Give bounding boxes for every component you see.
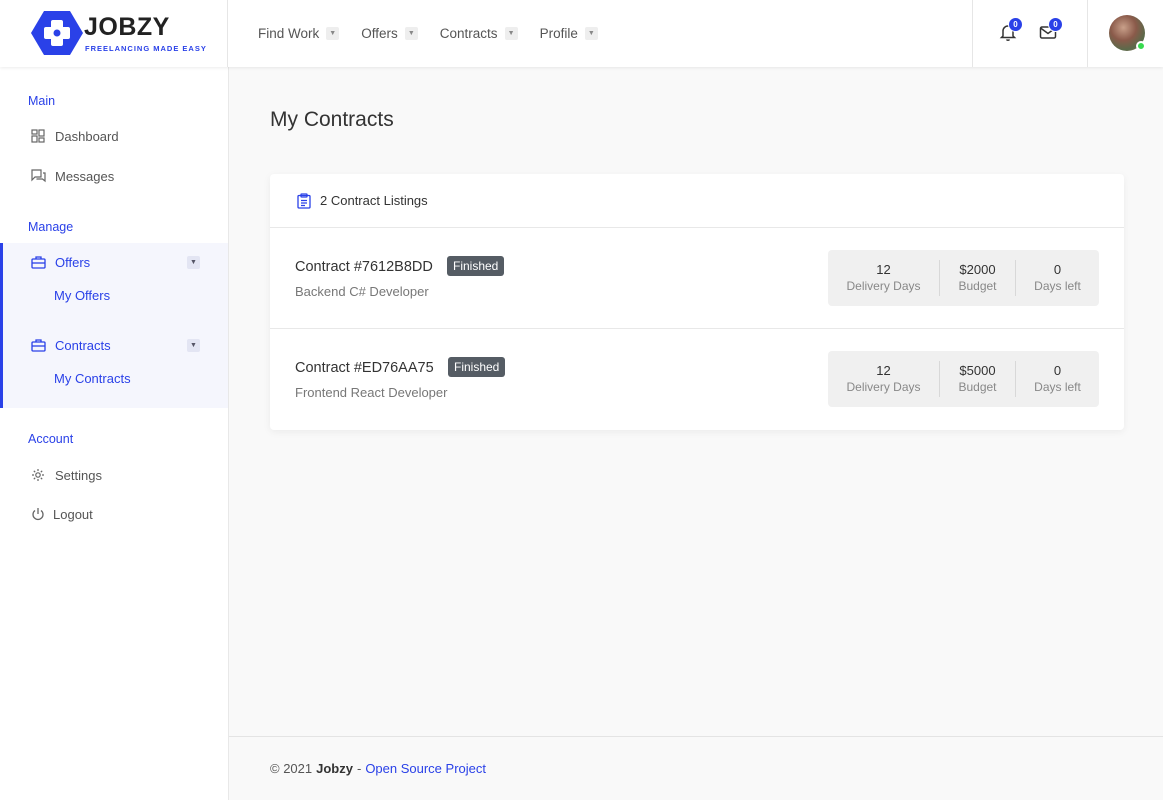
online-status-dot (1136, 41, 1146, 51)
sidebar-item-label: Offers (55, 254, 91, 270)
nav-offers[interactable]: Offers ▼ (361, 26, 418, 41)
stat-value: $5000 (959, 363, 996, 378)
briefcase-icon (30, 254, 46, 270)
nav-contracts[interactable]: Contracts ▼ (440, 26, 518, 41)
contract-row[interactable]: Contract #ED76AA75 Finished Frontend Rea… (270, 329, 1124, 430)
contract-stats: 12 Delivery Days $2000 Budget 0 Days lef… (828, 250, 1099, 306)
status-badge: Finished (448, 357, 506, 377)
gear-icon (30, 467, 46, 483)
footer-link[interactable]: Open Source Project (365, 761, 486, 776)
brand-tagline: FREELANCING MADE EASY (85, 44, 207, 53)
stat-value: 0 (1053, 262, 1062, 277)
top-header: JOBZY FREELANCING MADE EASY Find Work ▼ … (0, 0, 1163, 67)
contract-title[interactable]: Contract #7612B8DD (295, 259, 433, 275)
card-header: 2 Contract Listings (270, 174, 1124, 228)
sidebar-subitem-my-offers[interactable]: My Offers (54, 288, 110, 303)
sidebar-subitem-my-contracts[interactable]: My Contracts (54, 371, 131, 386)
stat-value: 12 (876, 363, 891, 378)
nav-label: Contracts (439, 26, 498, 41)
stat-budget: $5000 Budget (939, 361, 1015, 397)
footer-copyright: © 2021 (270, 761, 313, 776)
stat-delivery: 12 Delivery Days (828, 260, 939, 296)
contract-title[interactable]: Contract #ED76AA75 (295, 360, 434, 376)
footer-brand: Jobzy (316, 761, 353, 776)
chevron-down-icon[interactable]: ▼ (187, 339, 200, 352)
brand-name: JOBZY (84, 13, 170, 41)
contract-row[interactable]: Contract #7612B8DD Finished Backend C# D… (270, 228, 1124, 329)
nav-find-work[interactable]: Find Work ▼ (258, 26, 340, 41)
footer-separator: - (356, 761, 362, 776)
stat-days-left: 0 Days left (1015, 361, 1099, 397)
nav-label: Profile (539, 26, 578, 41)
stat-label: Budget (958, 279, 997, 293)
sidebar-item-label: Messages (55, 168, 115, 184)
hexagon-gamepad-icon (31, 11, 83, 55)
chevron-down-icon: ▼ (326, 27, 340, 40)
chevron-down-icon: ▼ (404, 27, 418, 40)
sidebar-item-label: Settings (55, 467, 102, 483)
stat-value: 12 (876, 262, 891, 277)
header-right: 0 0 (972, 0, 1163, 67)
stat-label: Days left (1034, 380, 1081, 394)
stat-value: 0 (1053, 363, 1062, 378)
listing-count: 2 Contract Listings (320, 193, 428, 208)
contract-role: Backend C# Developer (295, 284, 429, 299)
sidebar-item-label: Dashboard (55, 128, 119, 144)
grid-icon (30, 128, 46, 144)
stat-days-left: 0 Days left (1015, 260, 1099, 296)
sidebar-item-label: Contracts (55, 337, 111, 353)
clipboard-icon (297, 192, 311, 209)
sidebar-item-label: Logout (53, 506, 93, 522)
sidebar-item-messages[interactable]: Messages (0, 165, 228, 187)
sidebar-item-settings[interactable]: Settings (0, 464, 228, 486)
chat-icon (30, 168, 46, 184)
footer: © 2021 Jobzy - Open Source Project (229, 736, 1163, 800)
main-content: My Contracts 2 Contract Listings Contrac… (229, 67, 1163, 800)
notifications-badge: 0 (1008, 17, 1023, 32)
contracts-card: 2 Contract Listings Contract #7612B8DD F… (270, 174, 1124, 430)
notifications-button[interactable]: 0 (998, 17, 1023, 42)
stat-value: $2000 (959, 262, 996, 277)
chevron-down-icon: ▼ (504, 27, 518, 40)
stat-label: Delivery Days (846, 279, 921, 293)
messages-badge: 0 (1048, 17, 1063, 32)
status-badge: Finished (447, 256, 505, 276)
sidebar-section-account: Account (28, 432, 74, 446)
stat-label: Budget (958, 380, 997, 394)
briefcase-icon (30, 337, 46, 353)
chevron-down-icon: ▼ (584, 27, 598, 40)
contract-role: Frontend React Developer (295, 385, 448, 400)
stat-label: Days left (1034, 279, 1081, 293)
nav-label: Find Work (258, 26, 320, 41)
stat-delivery: 12 Delivery Days (828, 361, 939, 397)
page-title: My Contracts (270, 108, 394, 131)
stat-budget: $2000 Budget (939, 260, 1015, 296)
stat-label: Delivery Days (846, 380, 921, 394)
contract-stats: 12 Delivery Days $5000 Budget 0 Days lef… (828, 351, 1099, 407)
sidebar-item-dashboard[interactable]: Dashboard (0, 125, 228, 147)
nav-label: Offers (361, 26, 398, 41)
power-icon (30, 506, 46, 522)
header-icons: 0 0 (972, 0, 1088, 67)
avatar[interactable] (1109, 15, 1146, 51)
sidebar-section-main: Main (28, 94, 56, 108)
messages-button[interactable]: 0 (1038, 17, 1063, 42)
user-menu[interactable] (1088, 0, 1163, 67)
chevron-down-icon[interactable]: ▼ (187, 256, 200, 269)
sidebar-item-logout[interactable]: Logout (0, 503, 228, 525)
logo[interactable]: JOBZY FREELANCING MADE EASY (0, 0, 228, 67)
sidebar: Main Dashboard Messages Manage Offers ▼ … (0, 67, 229, 800)
sidebar-section-manage: Manage (28, 220, 74, 234)
main-nav: Find Work ▼ Offers ▼ Contracts ▼ Profile… (228, 0, 972, 67)
nav-profile[interactable]: Profile ▼ (540, 26, 598, 41)
